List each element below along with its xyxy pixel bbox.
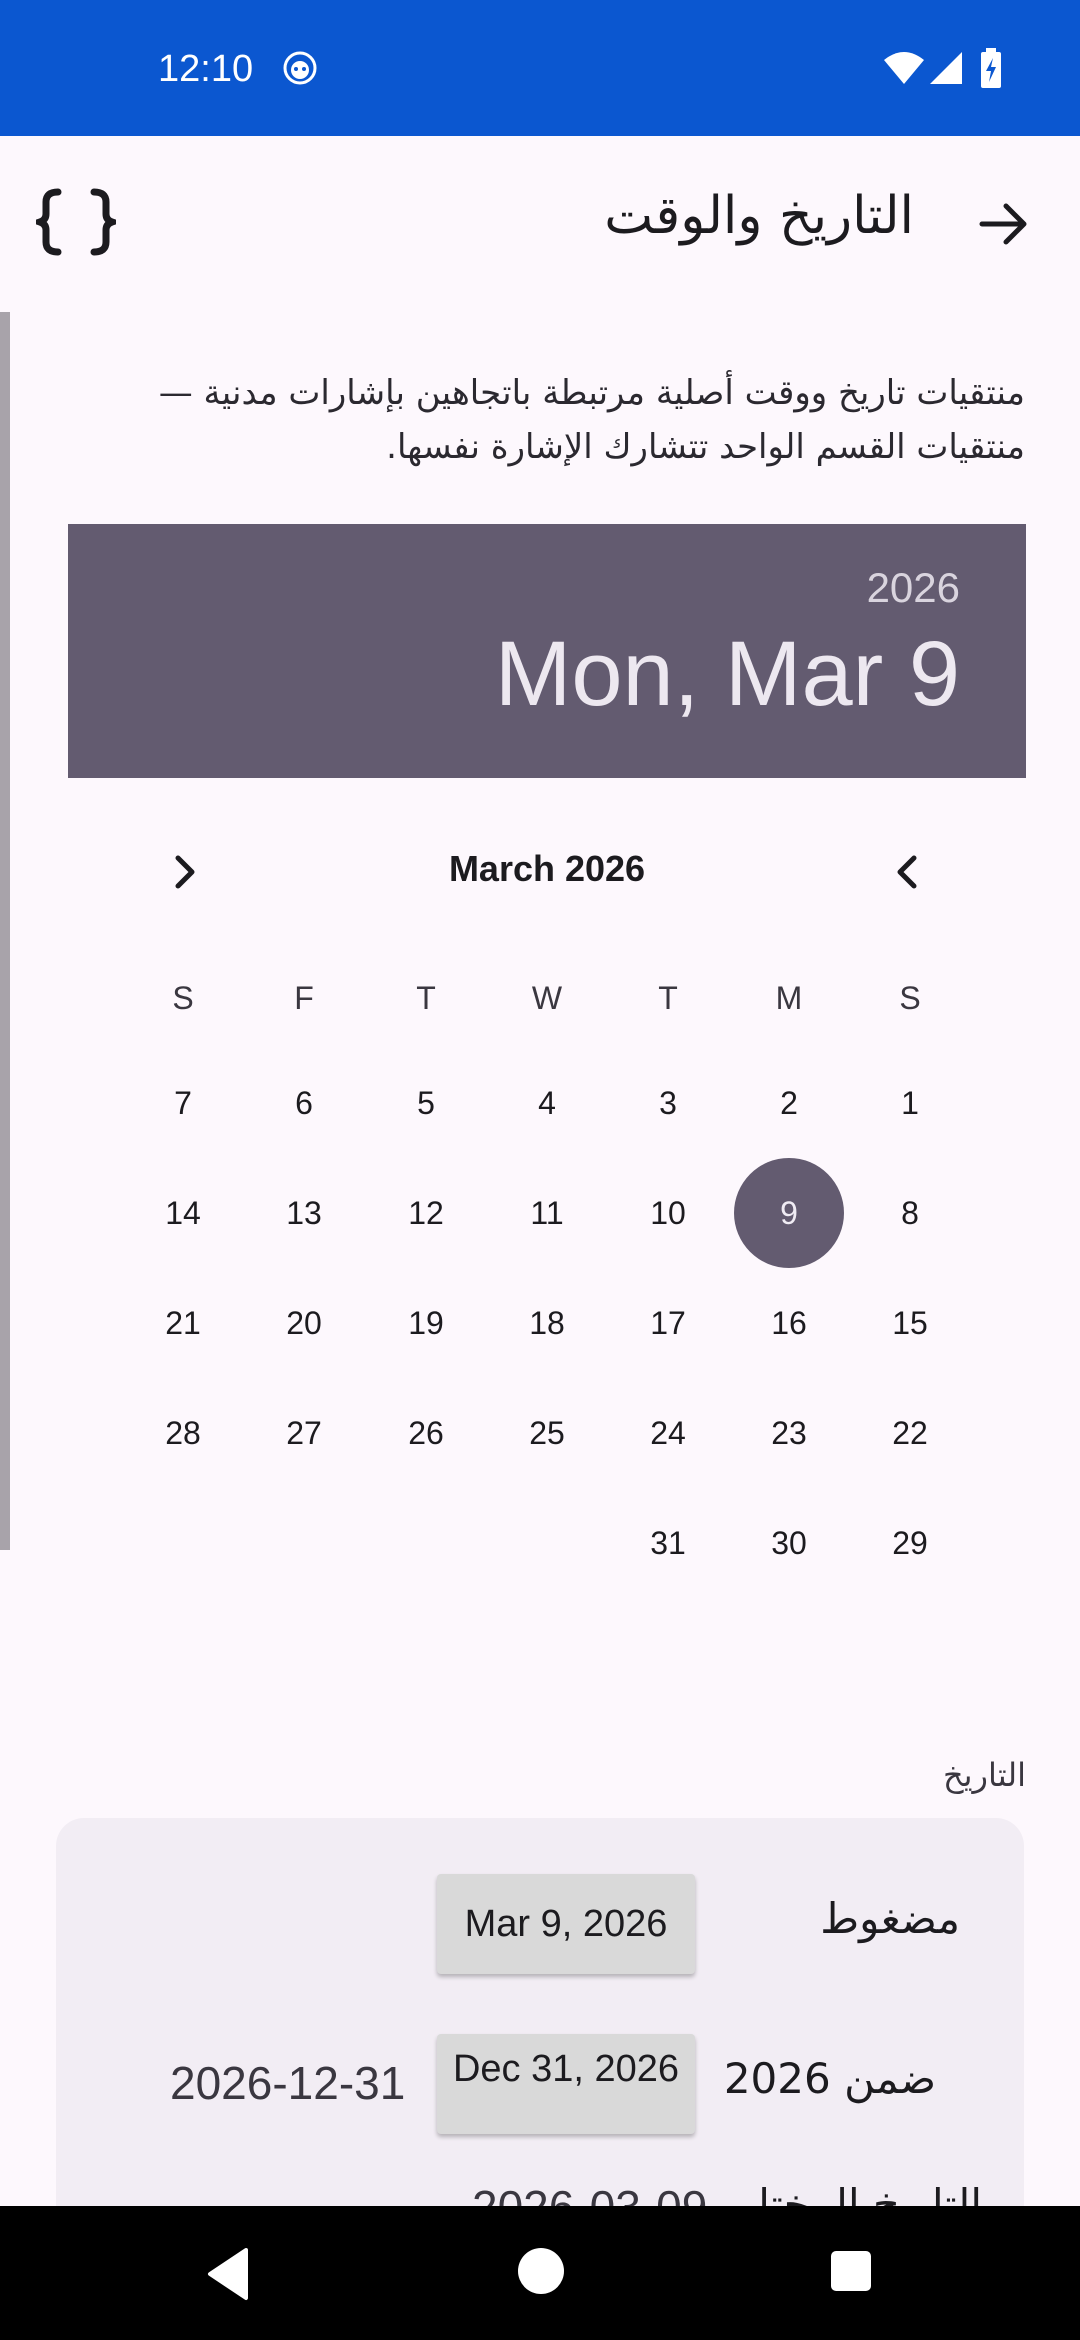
calendar-day[interactable]: 7 (128, 1048, 238, 1158)
header-date: Mon, Mar 9 (494, 623, 960, 725)
calendar-day[interactable]: 12 (371, 1158, 481, 1268)
calendar-day[interactable]: 30 (734, 1488, 844, 1598)
calendar-day[interactable]: 1 (855, 1048, 965, 1158)
wifi-icon (884, 52, 924, 84)
weekday-label: F (294, 979, 314, 1016)
weekday-label: T (658, 979, 678, 1016)
status-bar: 12:10 (0, 0, 1080, 136)
page-title: التاريخ والوقت (604, 186, 914, 246)
calendar-day[interactable]: 26 (371, 1378, 481, 1488)
calendar-day[interactable]: 13 (249, 1158, 359, 1268)
calendar-day[interactable]: 20 (249, 1268, 359, 1378)
calendar-day[interactable]: 29 (855, 1488, 965, 1598)
calendar-day[interactable]: 8 (855, 1158, 965, 1268)
code-braces-icon[interactable] (36, 186, 116, 258)
home-circle-icon[interactable] (516, 2246, 566, 2296)
calendar-day[interactable]: 22 (855, 1378, 965, 1488)
signal-icon (930, 52, 962, 84)
calendar-day[interactable]: 28 (128, 1378, 238, 1488)
within-year-date-button[interactable]: Dec 31, 2026 (437, 2034, 695, 2134)
calendar-day[interactable]: 2 (734, 1048, 844, 1158)
calendar-day[interactable]: 25 (492, 1378, 602, 1488)
calendar-day[interactable]: 23 (734, 1378, 844, 1488)
description-text: منتقيات تاريخ ووقت أصلية مرتبطة باتجاهين… (158, 373, 1025, 467)
top-app-bar (0, 136, 1080, 312)
calendar-day[interactable]: 16 (734, 1268, 844, 1378)
calendar-day[interactable]: 21 (128, 1268, 238, 1378)
notification-icon (283, 51, 317, 85)
weekday-label: S (899, 979, 921, 1016)
weekday-label: W (531, 979, 563, 1016)
scroll-indicator (0, 312, 10, 1550)
calendar-day[interactable]: 14 (128, 1158, 238, 1268)
recents-square-icon[interactable] (830, 2250, 872, 2292)
calendar-day[interactable]: 3 (613, 1048, 723, 1158)
calendar-day[interactable]: 15 (855, 1268, 965, 1378)
calendar-day[interactable]: 31 (613, 1488, 723, 1598)
compact-date-button[interactable]: Mar 9, 2026 (437, 1874, 695, 1974)
weekday-label: M (775, 979, 803, 1016)
calendar-day[interactable]: 5 (371, 1048, 481, 1158)
weekday-label: T (416, 979, 436, 1016)
calendar-day[interactable]: 10 (613, 1158, 723, 1268)
row-label-compact: مضغوط (820, 1894, 960, 1943)
calendar-day-selected[interactable]: 9 (734, 1158, 844, 1268)
weekday-label: S (172, 979, 194, 1016)
header-year[interactable]: 2026 (867, 564, 960, 612)
calendar-day[interactable]: 19 (371, 1268, 481, 1378)
status-time: 12:10 (158, 48, 254, 90)
calendar-day[interactable]: 6 (249, 1048, 359, 1158)
calendar-day[interactable]: 4 (492, 1048, 602, 1158)
calendar-day[interactable]: 24 (613, 1378, 723, 1488)
previous-month-chevron-icon[interactable] (884, 848, 932, 896)
calendar-day[interactable]: 18 (492, 1268, 602, 1378)
date-picker-header: 2026 Mon, Mar 9 (68, 524, 1026, 778)
row-label-within-2026: ضمن 2026 (723, 2054, 936, 2103)
section-label-date: التاريخ (942, 1756, 1026, 1794)
back-triangle-icon[interactable] (202, 2246, 254, 2302)
battery-icon (981, 48, 1001, 88)
calendar-day[interactable]: 11 (492, 1158, 602, 1268)
within-year-date-value: 2026-12-31 (170, 2057, 406, 2109)
arrow-right-icon[interactable] (976, 196, 1032, 252)
calendar-day[interactable]: 27 (249, 1378, 359, 1488)
calendar-day[interactable]: 17 (613, 1268, 723, 1378)
